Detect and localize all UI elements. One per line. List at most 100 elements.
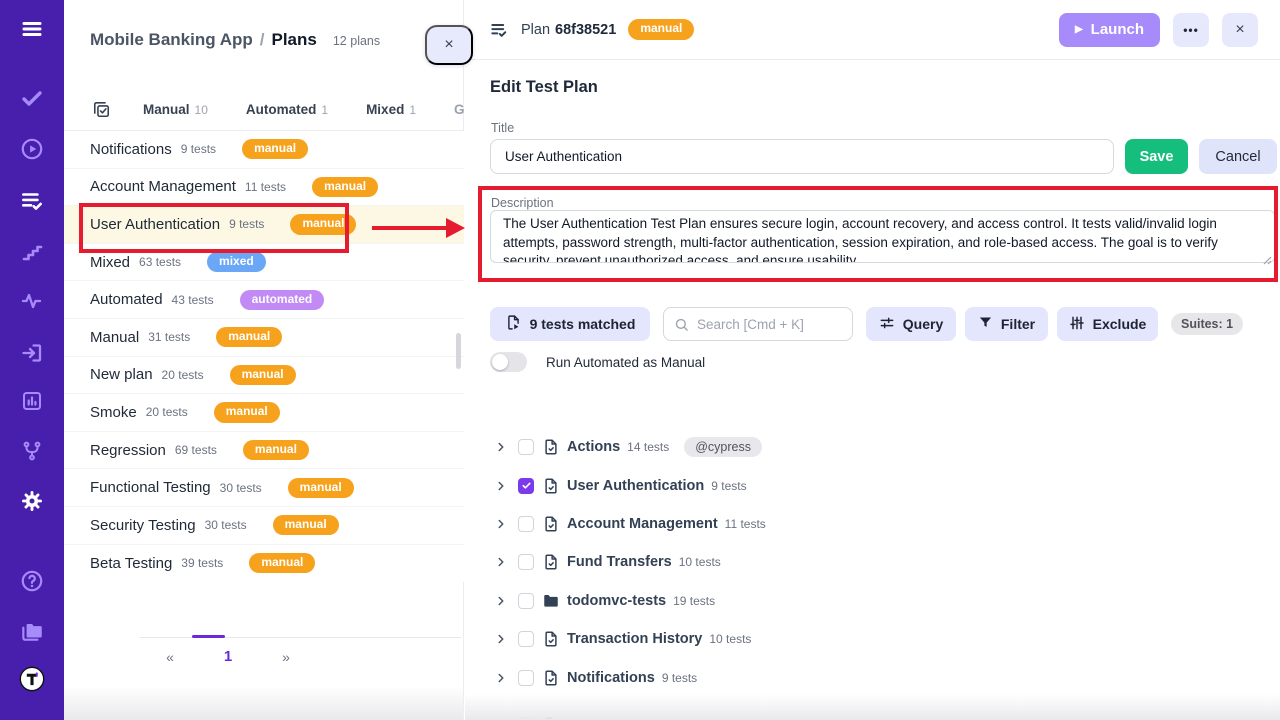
plan-row[interactable]: Regression 69 tests manual bbox=[64, 432, 464, 470]
plan-type-badge: manual bbox=[628, 19, 694, 39]
chevron-right-icon[interactable] bbox=[494, 594, 508, 608]
file-check-icon bbox=[542, 477, 560, 495]
suite-checkbox[interactable] bbox=[518, 516, 534, 532]
plans-count: 12 plans bbox=[333, 34, 380, 48]
toggle-switch[interactable] bbox=[490, 352, 527, 372]
chevron-right-icon[interactable] bbox=[494, 555, 508, 569]
plan-row[interactable]: Mixed 63 tests mixed bbox=[64, 244, 464, 282]
drawer-close-button[interactable]: × bbox=[425, 25, 473, 65]
cancel-button[interactable]: Cancel bbox=[1199, 139, 1277, 174]
tests-matched-button[interactable]: 9 tests matched bbox=[490, 307, 650, 341]
file-check-icon bbox=[542, 630, 560, 648]
fork-icon[interactable] bbox=[19, 438, 45, 464]
funnel-icon bbox=[978, 315, 993, 333]
plan-row-selected[interactable]: User Authentication 9 tests manual bbox=[64, 206, 464, 244]
tab-general[interactable]: Gener bbox=[454, 102, 464, 117]
plan-row[interactable]: Functional Testing 30 tests manual bbox=[64, 469, 464, 507]
search-box[interactable] bbox=[663, 307, 853, 341]
title-label: Title bbox=[491, 121, 514, 135]
description-label: Description bbox=[491, 196, 554, 210]
suite-row[interactable]: Actions 14 tests @cypress bbox=[490, 428, 1250, 466]
pagination-next[interactable]: » bbox=[266, 649, 306, 665]
tag-badge[interactable]: @cypress bbox=[684, 437, 762, 457]
query-button[interactable]: Query bbox=[866, 307, 956, 341]
suite-checkbox[interactable] bbox=[518, 593, 534, 609]
plan-row[interactable]: Notifications 9 tests manual bbox=[64, 131, 464, 169]
breadcrumb-section[interactable]: Plans bbox=[272, 30, 317, 50]
description-textarea[interactable]: The User Authentication Test Plan ensure… bbox=[490, 210, 1275, 263]
plan-badge: automated bbox=[240, 290, 325, 310]
suite-row[interactable]: Notifications 9 tests bbox=[490, 658, 1250, 696]
suite-row[interactable]: todomvc-tests 19 tests bbox=[490, 582, 1250, 620]
gear-icon[interactable] bbox=[19, 488, 45, 514]
suite-row[interactable]: Transaction History 10 tests bbox=[490, 620, 1250, 658]
plan-detail-panel: Plan 68f38521 manual ▶ Launch ••• × Edit… bbox=[465, 0, 1280, 720]
title-input[interactable] bbox=[490, 139, 1114, 174]
exclude-button[interactable]: Exclude bbox=[1057, 307, 1158, 341]
plan-row[interactable]: Manual 31 tests manual bbox=[64, 319, 464, 357]
plan-row[interactable]: New plan 20 tests manual bbox=[64, 357, 464, 395]
chevron-right-icon[interactable] bbox=[494, 479, 508, 493]
pagination-prev[interactable]: « bbox=[150, 649, 190, 665]
play-icon: ▶ bbox=[1075, 24, 1083, 35]
breadcrumb-project[interactable]: Mobile Banking App bbox=[90, 30, 253, 50]
suite-checkbox[interactable] bbox=[518, 554, 534, 570]
chevron-right-icon[interactable] bbox=[494, 671, 508, 685]
logo-t[interactable] bbox=[19, 666, 45, 692]
file-check-icon bbox=[542, 438, 560, 456]
menu-icon[interactable] bbox=[19, 16, 45, 42]
steps-icon[interactable] bbox=[19, 240, 45, 266]
folders-icon[interactable] bbox=[19, 618, 45, 644]
tab-manual[interactable]: Manual 10 bbox=[143, 102, 208, 117]
plan-row[interactable]: Smoke 20 tests manual bbox=[64, 394, 464, 432]
plan-list: Notifications 9 tests manual Account Man… bbox=[64, 131, 464, 582]
file-check-icon bbox=[542, 669, 560, 687]
select-all-icon[interactable] bbox=[92, 100, 111, 119]
chevron-right-icon[interactable] bbox=[494, 440, 508, 454]
tab-mixed[interactable]: Mixed 1 bbox=[366, 102, 416, 117]
list-check-icon[interactable] bbox=[19, 188, 45, 214]
help-icon[interactable] bbox=[19, 568, 45, 594]
search-icon bbox=[674, 317, 689, 332]
file-check-icon bbox=[542, 515, 560, 533]
pagination: « 1 » bbox=[64, 648, 324, 665]
suite-row[interactable]: Fund Transfers 10 tests bbox=[490, 543, 1250, 581]
check-icon[interactable] bbox=[19, 85, 45, 111]
activity-icon[interactable] bbox=[19, 288, 45, 314]
detail-header: Plan 68f38521 manual ▶ Launch ••• × bbox=[465, 0, 1280, 60]
toggle-label: Run Automated as Manual bbox=[546, 355, 705, 370]
plan-row[interactable]: Automated 43 tests automated bbox=[64, 281, 464, 319]
chevron-right-icon[interactable] bbox=[494, 517, 508, 531]
login-icon[interactable] bbox=[19, 340, 45, 366]
run-automated-toggle-row: Run Automated as Manual bbox=[490, 352, 705, 372]
suite-checkbox[interactable] bbox=[518, 631, 534, 647]
suite-row-selected[interactable]: User Authentication 9 tests bbox=[490, 466, 1250, 504]
plan-badge: manual bbox=[230, 365, 296, 385]
tab-automated[interactable]: Automated 1 bbox=[246, 102, 328, 117]
play-circle-icon[interactable] bbox=[19, 136, 45, 162]
more-button[interactable]: ••• bbox=[1173, 13, 1209, 47]
plan-badge: manual bbox=[243, 440, 309, 460]
suite-checkbox[interactable] bbox=[518, 670, 534, 686]
plan-badge: manual bbox=[312, 177, 378, 197]
search-input[interactable] bbox=[697, 317, 842, 332]
suite-row[interactable]: Account Management 11 tests bbox=[490, 505, 1250, 543]
plan-row[interactable]: Security Testing 30 tests manual bbox=[64, 507, 464, 545]
plan-row[interactable]: Account Management 11 tests manual bbox=[64, 169, 464, 207]
close-detail-button[interactable]: × bbox=[1222, 13, 1258, 47]
suites-count-badge: Suites: 1 bbox=[1171, 313, 1243, 335]
plan-row[interactable]: Beta Testing 39 tests manual bbox=[64, 545, 464, 583]
plan-badge: manual bbox=[273, 515, 339, 535]
save-button[interactable]: Save bbox=[1125, 139, 1188, 174]
suite-row-partial[interactable] bbox=[490, 697, 1250, 720]
folder-icon bbox=[542, 592, 560, 610]
suite-checkbox[interactable] bbox=[518, 439, 534, 455]
pagination-page-1[interactable]: 1 bbox=[208, 648, 248, 665]
launch-button[interactable]: ▶ Launch bbox=[1059, 13, 1160, 47]
file-check-icon bbox=[542, 553, 560, 571]
bar-chart-icon[interactable] bbox=[19, 388, 45, 414]
suite-checkbox-checked[interactable] bbox=[518, 478, 534, 494]
chevron-right-icon[interactable] bbox=[494, 632, 508, 646]
filter-button[interactable]: Filter bbox=[965, 307, 1048, 341]
scrollbar-thumb[interactable] bbox=[456, 333, 461, 369]
